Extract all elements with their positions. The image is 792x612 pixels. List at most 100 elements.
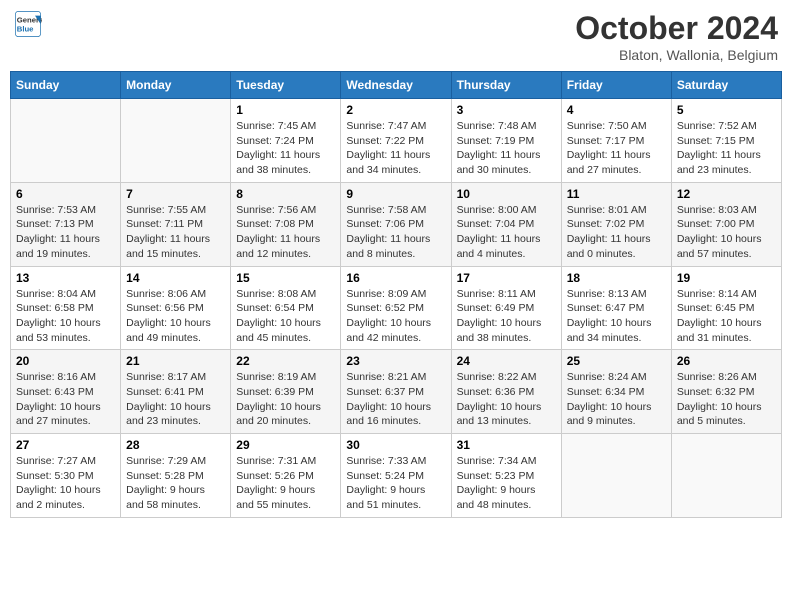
calendar-cell: 25 Sunrise: 8:24 AMSunset: 6:34 PMDaylig… [561, 350, 671, 434]
calendar-cell: 21 Sunrise: 8:17 AMSunset: 6:41 PMDaylig… [121, 350, 231, 434]
week-row-5: 27 Sunrise: 7:27 AMSunset: 5:30 PMDaylig… [11, 434, 782, 518]
day-info: Sunrise: 8:04 AMSunset: 6:58 PMDaylight:… [16, 287, 115, 346]
day-info: Sunrise: 7:45 AMSunset: 7:24 PMDaylight:… [236, 119, 335, 178]
calendar-cell: 2 Sunrise: 7:47 AMSunset: 7:22 PMDayligh… [341, 99, 451, 183]
calendar-cell: 13 Sunrise: 8:04 AMSunset: 6:58 PMDaylig… [11, 266, 121, 350]
day-info: Sunrise: 8:14 AMSunset: 6:45 PMDaylight:… [677, 287, 776, 346]
calendar-cell: 11 Sunrise: 8:01 AMSunset: 7:02 PMDaylig… [561, 182, 671, 266]
day-number: 22 [236, 354, 335, 368]
day-number: 27 [16, 438, 115, 452]
day-info: Sunrise: 8:17 AMSunset: 6:41 PMDaylight:… [126, 370, 225, 429]
day-info: Sunrise: 7:56 AMSunset: 7:08 PMDaylight:… [236, 203, 335, 262]
day-info: Sunrise: 7:31 AMSunset: 5:26 PMDaylight:… [236, 454, 335, 513]
calendar-cell: 17 Sunrise: 8:11 AMSunset: 6:49 PMDaylig… [451, 266, 561, 350]
header-tuesday: Tuesday [231, 72, 341, 99]
day-number: 14 [126, 271, 225, 285]
header-wednesday: Wednesday [341, 72, 451, 99]
day-info: Sunrise: 8:21 AMSunset: 6:37 PMDaylight:… [346, 370, 445, 429]
calendar-cell: 16 Sunrise: 8:09 AMSunset: 6:52 PMDaylig… [341, 266, 451, 350]
day-number: 21 [126, 354, 225, 368]
calendar-cell: 3 Sunrise: 7:48 AMSunset: 7:19 PMDayligh… [451, 99, 561, 183]
calendar-cell: 10 Sunrise: 8:00 AMSunset: 7:04 PMDaylig… [451, 182, 561, 266]
calendar-cell: 18 Sunrise: 8:13 AMSunset: 6:47 PMDaylig… [561, 266, 671, 350]
logo-icon: General Blue [14, 10, 42, 38]
header-sunday: Sunday [11, 72, 121, 99]
calendar-cell: 31 Sunrise: 7:34 AMSunset: 5:23 PMDaylig… [451, 434, 561, 518]
calendar-cell: 6 Sunrise: 7:53 AMSunset: 7:13 PMDayligh… [11, 182, 121, 266]
day-number: 23 [346, 354, 445, 368]
calendar-cell [11, 99, 121, 183]
day-info: Sunrise: 8:09 AMSunset: 6:52 PMDaylight:… [346, 287, 445, 346]
calendar-cell: 20 Sunrise: 8:16 AMSunset: 6:43 PMDaylig… [11, 350, 121, 434]
month-title: October 2024 [575, 10, 778, 47]
calendar-cell: 5 Sunrise: 7:52 AMSunset: 7:15 PMDayligh… [671, 99, 781, 183]
calendar-cell: 28 Sunrise: 7:29 AMSunset: 5:28 PMDaylig… [121, 434, 231, 518]
day-number: 16 [346, 271, 445, 285]
day-info: Sunrise: 7:33 AMSunset: 5:24 PMDaylight:… [346, 454, 445, 513]
day-number: 3 [457, 103, 556, 117]
day-info: Sunrise: 7:50 AMSunset: 7:17 PMDaylight:… [567, 119, 666, 178]
day-info: Sunrise: 8:26 AMSunset: 6:32 PMDaylight:… [677, 370, 776, 429]
day-number: 13 [16, 271, 115, 285]
day-info: Sunrise: 8:06 AMSunset: 6:56 PMDaylight:… [126, 287, 225, 346]
day-info: Sunrise: 7:48 AMSunset: 7:19 PMDaylight:… [457, 119, 556, 178]
day-info: Sunrise: 8:24 AMSunset: 6:34 PMDaylight:… [567, 370, 666, 429]
day-number: 29 [236, 438, 335, 452]
calendar-cell: 26 Sunrise: 8:26 AMSunset: 6:32 PMDaylig… [671, 350, 781, 434]
day-info: Sunrise: 7:47 AMSunset: 7:22 PMDaylight:… [346, 119, 445, 178]
day-number: 6 [16, 187, 115, 201]
day-number: 12 [677, 187, 776, 201]
day-number: 2 [346, 103, 445, 117]
day-number: 25 [567, 354, 666, 368]
day-number: 20 [16, 354, 115, 368]
day-number: 15 [236, 271, 335, 285]
calendar-table: SundayMondayTuesdayWednesdayThursdayFrid… [10, 71, 782, 518]
day-info: Sunrise: 7:52 AMSunset: 7:15 PMDaylight:… [677, 119, 776, 178]
week-row-4: 20 Sunrise: 8:16 AMSunset: 6:43 PMDaylig… [11, 350, 782, 434]
day-info: Sunrise: 7:55 AMSunset: 7:11 PMDaylight:… [126, 203, 225, 262]
location-label: Blaton, Wallonia, Belgium [575, 47, 778, 63]
page-header: General Blue October 2024 Blaton, Wallon… [10, 10, 782, 63]
day-number: 19 [677, 271, 776, 285]
calendar-cell: 22 Sunrise: 8:19 AMSunset: 6:39 PMDaylig… [231, 350, 341, 434]
day-info: Sunrise: 8:00 AMSunset: 7:04 PMDaylight:… [457, 203, 556, 262]
calendar-cell: 14 Sunrise: 8:06 AMSunset: 6:56 PMDaylig… [121, 266, 231, 350]
calendar-cell: 8 Sunrise: 7:56 AMSunset: 7:08 PMDayligh… [231, 182, 341, 266]
calendar-cell [561, 434, 671, 518]
calendar-cell: 15 Sunrise: 8:08 AMSunset: 6:54 PMDaylig… [231, 266, 341, 350]
day-number: 5 [677, 103, 776, 117]
calendar-cell: 7 Sunrise: 7:55 AMSunset: 7:11 PMDayligh… [121, 182, 231, 266]
day-number: 8 [236, 187, 335, 201]
day-info: Sunrise: 8:16 AMSunset: 6:43 PMDaylight:… [16, 370, 115, 429]
calendar-cell: 4 Sunrise: 7:50 AMSunset: 7:17 PMDayligh… [561, 99, 671, 183]
header-thursday: Thursday [451, 72, 561, 99]
week-row-3: 13 Sunrise: 8:04 AMSunset: 6:58 PMDaylig… [11, 266, 782, 350]
header-friday: Friday [561, 72, 671, 99]
day-info: Sunrise: 8:22 AMSunset: 6:36 PMDaylight:… [457, 370, 556, 429]
calendar-cell: 23 Sunrise: 8:21 AMSunset: 6:37 PMDaylig… [341, 350, 451, 434]
day-info: Sunrise: 7:34 AMSunset: 5:23 PMDaylight:… [457, 454, 556, 513]
day-number: 17 [457, 271, 556, 285]
day-number: 10 [457, 187, 556, 201]
header-monday: Monday [121, 72, 231, 99]
week-row-1: 1 Sunrise: 7:45 AMSunset: 7:24 PMDayligh… [11, 99, 782, 183]
calendar-cell: 29 Sunrise: 7:31 AMSunset: 5:26 PMDaylig… [231, 434, 341, 518]
day-number: 18 [567, 271, 666, 285]
day-number: 7 [126, 187, 225, 201]
calendar-cell: 12 Sunrise: 8:03 AMSunset: 7:00 PMDaylig… [671, 182, 781, 266]
calendar-cell: 27 Sunrise: 7:27 AMSunset: 5:30 PMDaylig… [11, 434, 121, 518]
week-row-2: 6 Sunrise: 7:53 AMSunset: 7:13 PMDayligh… [11, 182, 782, 266]
day-info: Sunrise: 8:19 AMSunset: 6:39 PMDaylight:… [236, 370, 335, 429]
day-number: 9 [346, 187, 445, 201]
calendar-cell: 30 Sunrise: 7:33 AMSunset: 5:24 PMDaylig… [341, 434, 451, 518]
day-number: 1 [236, 103, 335, 117]
day-info: Sunrise: 8:08 AMSunset: 6:54 PMDaylight:… [236, 287, 335, 346]
day-info: Sunrise: 8:03 AMSunset: 7:00 PMDaylight:… [677, 203, 776, 262]
day-number: 30 [346, 438, 445, 452]
day-number: 28 [126, 438, 225, 452]
calendar-cell: 19 Sunrise: 8:14 AMSunset: 6:45 PMDaylig… [671, 266, 781, 350]
day-info: Sunrise: 7:58 AMSunset: 7:06 PMDaylight:… [346, 203, 445, 262]
day-number: 11 [567, 187, 666, 201]
header-saturday: Saturday [671, 72, 781, 99]
day-info: Sunrise: 8:01 AMSunset: 7:02 PMDaylight:… [567, 203, 666, 262]
